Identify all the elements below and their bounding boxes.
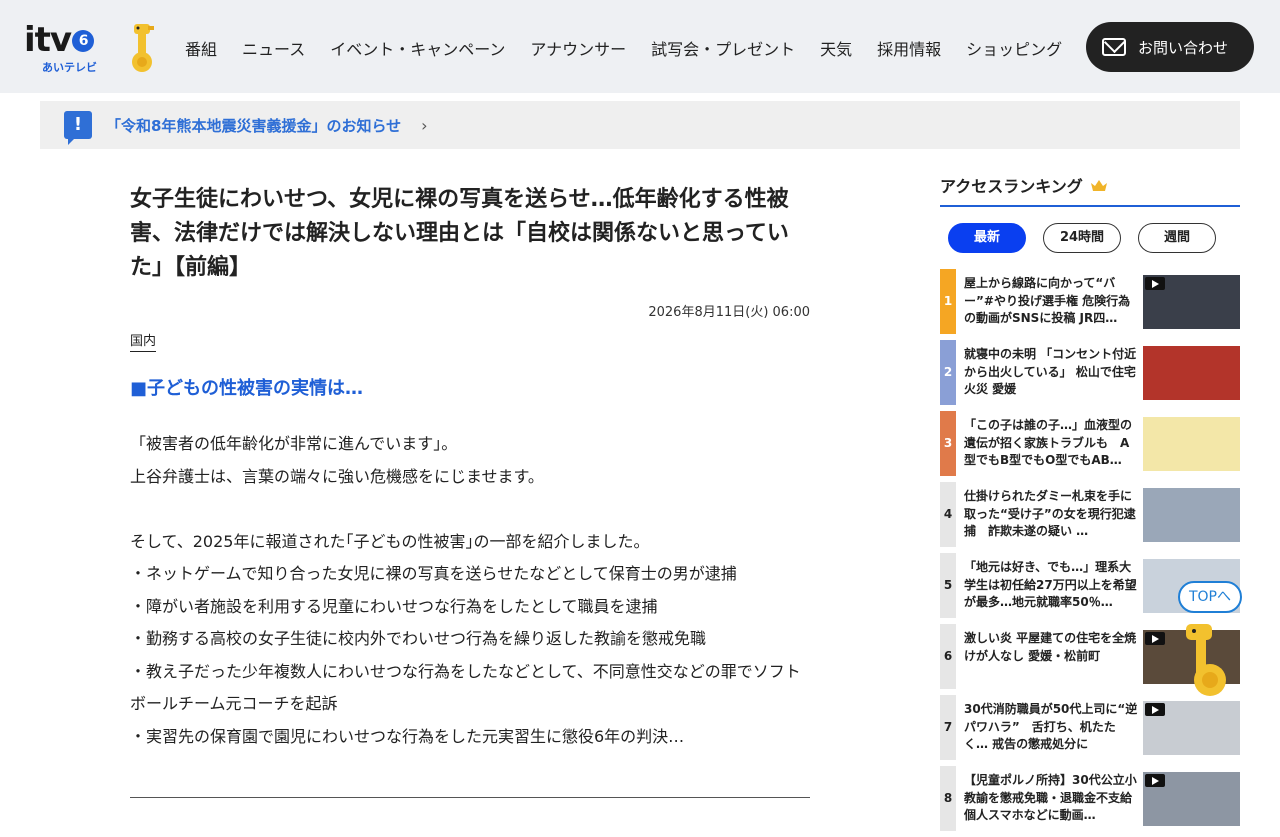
video-play-icon xyxy=(1145,277,1165,290)
nav-programs[interactable]: 番組 xyxy=(185,36,217,60)
ranking-item[interactable]: 4 仕掛けられたダミー札束を手に取った“受け子”の女を現行犯逮捕 詐欺未遂の疑い … xyxy=(940,482,1240,547)
ranking-sidebar: アクセスランキング 最新 24時間 週間 1 屋上から線路に向かって“バー”#やり… xyxy=(940,173,1240,837)
tab-24h[interactable]: 24時間 xyxy=(1043,223,1121,253)
back-to-top-button[interactable]: TOPへ xyxy=(1178,581,1242,613)
ranking-thumbnail xyxy=(1143,488,1240,542)
video-play-icon xyxy=(1145,774,1165,787)
ranking-tabs: 最新 24時間 週間 xyxy=(940,223,1240,253)
rank-number: 4 xyxy=(940,482,956,547)
rank-number: 5 xyxy=(940,553,956,618)
ranking-heading-text: アクセスランキング xyxy=(940,177,1083,196)
rank-number: 2 xyxy=(940,340,956,405)
article-date: 2026年8月11日(火) 06:00 xyxy=(648,305,810,320)
mail-icon xyxy=(1102,38,1126,56)
logo-wordmark: itv 6 xyxy=(24,20,95,60)
tab-weekly[interactable]: 週間 xyxy=(1138,223,1216,253)
nav-shopping[interactable]: ショッピング xyxy=(966,36,1062,60)
giraffe-mascot-icon xyxy=(132,24,154,72)
ranking-headline: 【児童ポルノ所持】30代公立小教諭を懲戒免職・退職金不支給個人スマホなどに動画… xyxy=(964,773,1137,822)
ranking-item[interactable]: 7 30代消防職員が50代上司に“逆パワハラ” 舌打ち、机たたく… 戒告の懲戒処分… xyxy=(940,695,1240,760)
main-nav: 番組 ニュース イベント・キャンペーン アナウンサー 試写会・プレゼント 天気 … xyxy=(185,36,1087,60)
site-header: itv 6 あいテレビ 番組 ニュース イベント・キャンペーン アナウンサー 試写… xyxy=(0,0,1280,93)
ranking-thumbnail xyxy=(1143,346,1240,400)
paragraph: ・障がい者施設を利用する児童にわいせつな行為をしたとして職員を逮捕 xyxy=(130,596,658,616)
ranking-headline: 屋上から線路に向かって“バー”#やり投げ選手権 危険行為の動画がSNSに投稿 J… xyxy=(964,276,1131,325)
exclamation-icon: ! xyxy=(64,111,92,145)
paragraph: ・教え子だった少年複数人にわいせつな行為をしたなどとして、不同意性交などの罪でソ… xyxy=(130,661,801,714)
paragraph: ・ネットゲームで知り合った女児に裸の写真を送らせたなどとして保育士の男が逮捕 xyxy=(130,564,737,583)
nav-events[interactable]: イベント・キャンペーン xyxy=(330,36,505,60)
itv-logo[interactable]: itv 6 あいテレビ xyxy=(24,20,164,76)
paragraph: ・実習先の保育園で園児にわいせつな行為をした元実習生に懲役6年の判決… xyxy=(130,726,685,746)
rank-number: 6 xyxy=(940,624,956,689)
nav-weather[interactable]: 天気 xyxy=(820,36,852,60)
rank-number: 7 xyxy=(940,695,956,760)
nav-news[interactable]: ニュース xyxy=(242,36,305,60)
contact-button[interactable]: お問い合わせ xyxy=(1086,22,1254,72)
nav-presents[interactable]: 試写会・プレゼント xyxy=(651,36,795,60)
ranking-item[interactable]: 1 屋上から線路に向かって“バー”#やり投げ選手権 危険行為の動画がSNSに投稿 … xyxy=(940,269,1240,334)
rank-number: 8 xyxy=(940,766,956,831)
ranking-headline: 「地元は好き、でも…」理系大学生は初任給27万円以上を希望が最多…地元就職率50… xyxy=(964,560,1137,609)
paragraph: 上谷弁護士は、言葉の端々に強い危機感をにじませます。 xyxy=(130,466,544,486)
ranking-item[interactable]: 2 就寝中の未明 「コンセント付近から出火している」 松山で住宅火災 愛媛 xyxy=(940,340,1240,405)
video-play-icon xyxy=(1145,703,1165,716)
paragraph: ・勤務する高校の女子生徒に校内外でわいせつ行為を繰り返した教諭を懲戒免職 xyxy=(130,629,707,648)
paragraph: そして、2025年に報道された｢子どもの性被害｣の一部を紹介しました。 xyxy=(130,531,650,551)
ranking-headline: 仕掛けられたダミー札束を手に取った“受け子”の女を現行犯逮捕 詐欺未遂の疑い … xyxy=(964,489,1136,538)
giraffe-mascot-icon xyxy=(1186,624,1226,696)
ranking-headline: 「この子は誰の子…」血液型の遺伝が招く家族トラブルも A型でもB型でもO型でもA… xyxy=(964,418,1133,467)
article-divider xyxy=(130,797,810,798)
ranking-headline: 就寝中の未明 「コンセント付近から出火している」 松山で住宅火災 愛媛 xyxy=(964,347,1137,396)
article-body: 「被害者の低年齢化が非常に進んでいます」。 上谷弁護士は、言葉の端々に強い危機感… xyxy=(130,428,810,753)
paragraph: 「被害者の低年齢化が非常に進んでいます」。 xyxy=(130,434,458,453)
ranking-item[interactable]: 3 「この子は誰の子…」血液型の遺伝が招く家族トラブルも A型でもB型でもO型でも… xyxy=(940,411,1240,476)
article: 女子生徒にわいせつ、女児に裸の写真を送らせ…低年齢化する性被害、法律だけでは解決… xyxy=(130,183,810,753)
ranking-list: 1 屋上から線路に向かって“バー”#やり投げ選手権 危険行為の動画がSNSに投稿 … xyxy=(940,269,1240,831)
rank-number: 3 xyxy=(940,411,956,476)
tab-latest[interactable]: 最新 xyxy=(948,223,1026,253)
nav-announcers[interactable]: アナウンサー xyxy=(530,36,626,60)
category-tag[interactable]: 国内 xyxy=(130,330,157,352)
video-play-icon xyxy=(1145,632,1165,645)
notice-bar[interactable]: ! 「令和8年熊本地震災害義援金」のお知らせ › xyxy=(40,101,1240,149)
logo-subtitle: あいテレビ xyxy=(42,61,97,74)
nav-recruit[interactable]: 採用情報 xyxy=(877,36,941,60)
ranking-headline: 激しい炎 平屋建ての住宅を全焼けが人なし 愛媛・松前町 xyxy=(964,631,1137,663)
crown-icon xyxy=(1090,179,1107,191)
ranking-item[interactable]: 8 【児童ポルノ所持】30代公立小教諭を懲戒免職・退職金不支給個人スマホなどに動画… xyxy=(940,766,1240,831)
ranking-thumbnail xyxy=(1143,701,1240,755)
ranking-thumbnail xyxy=(1143,417,1240,471)
chevron-right-icon: › xyxy=(421,115,428,135)
article-subheading: ■子どもの性被害の実情は… xyxy=(130,378,364,399)
article-title: 女子生徒にわいせつ、女児に裸の写真を送らせ…低年齢化する性被害、法律だけでは解決… xyxy=(130,187,789,280)
ranking-thumbnail xyxy=(1143,275,1240,329)
notice-text: 「令和8年熊本地震災害義援金」のお知らせ xyxy=(106,116,402,135)
contact-label: お問い合わせ xyxy=(1138,38,1229,57)
ranking-headline: 30代消防職員が50代上司に“逆パワハラ” 舌打ち、机たたく… 戒告の懲戒処分に xyxy=(964,702,1138,751)
logo-badge: 6 xyxy=(72,30,95,52)
rank-number: 1 xyxy=(940,269,956,334)
ranking-thumbnail xyxy=(1143,772,1240,826)
ranking-heading: アクセスランキング xyxy=(940,173,1240,207)
